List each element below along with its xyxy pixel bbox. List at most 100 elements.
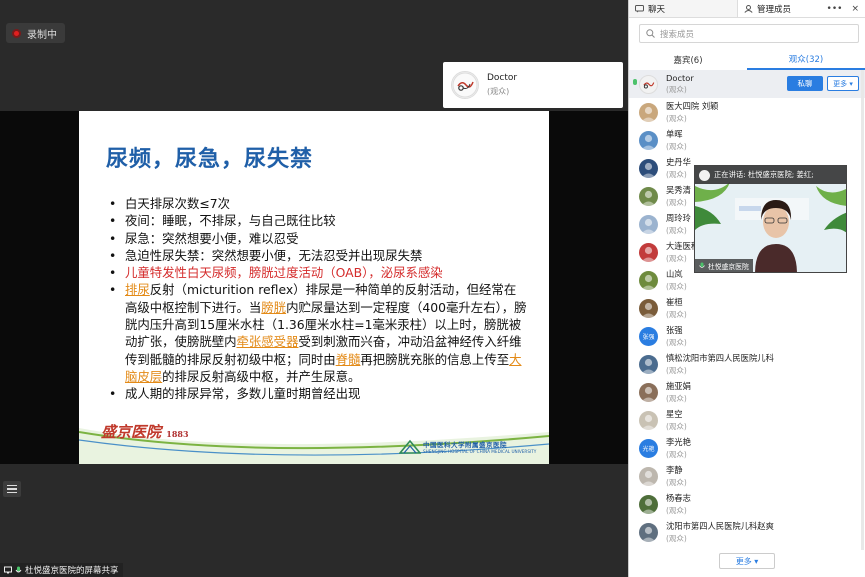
member-name: 史丹华 xyxy=(666,157,691,167)
video-name-label: 杜悦盛京医院 xyxy=(708,262,749,271)
member-avatar-icon xyxy=(639,382,658,402)
search-placeholder: 搜索成员 xyxy=(660,29,695,40)
member-role: (观众) xyxy=(666,142,687,151)
member-row[interactable]: 张强 张强 (观众) xyxy=(629,322,865,350)
mic-icon xyxy=(15,566,22,572)
member-row[interactable]: 施亚娟 (观众) xyxy=(629,378,865,406)
member-role: (观众) xyxy=(666,114,687,123)
hospital-logo: 中国医科大学附属盛京医院 SHENGJING HOSPITAL OF CHINA… xyxy=(397,439,547,459)
member-avatar-icon xyxy=(639,214,658,234)
member-name: Doctor xyxy=(666,73,694,83)
member-role: (观众) xyxy=(666,310,687,319)
member-role: (观众) xyxy=(666,394,687,403)
member-avatar-icon xyxy=(639,242,658,262)
more-options-icon[interactable]: ••• xyxy=(827,4,843,14)
member-row[interactable]: Doctor (观众) 私聊 更多 ▾ xyxy=(629,70,865,98)
member-name: 张强 xyxy=(666,325,683,335)
member-role: (观众) xyxy=(666,478,687,487)
screen-share-status: 杜悦盛京医院的屏幕共享 xyxy=(0,563,123,577)
slide-bullet: 尿急：突然想要小便，难以忍受 xyxy=(107,230,527,248)
slide-bullet: 成人期的排尿异常，多数儿童时期曾经出现 xyxy=(107,385,527,403)
close-icon[interactable]: × xyxy=(851,4,859,14)
member-role: (观众) xyxy=(666,85,687,94)
slide-bullet: 急迫性尿失禁：突然想要小便，无法忍受并出现尿失禁 xyxy=(107,247,527,265)
member-row[interactable]: 杨春志 (观众) xyxy=(629,490,865,518)
active-speaker-card[interactable]: Doctor (观众) xyxy=(443,62,623,108)
hospital-emblem-icon xyxy=(399,439,421,454)
member-row[interactable]: 李静 (观众) xyxy=(629,462,865,490)
mic-icon xyxy=(699,262,705,268)
tab-members[interactable]: 管理成员 ••• × xyxy=(737,0,865,17)
tab-chat[interactable]: 聊天 xyxy=(629,0,737,17)
member-row[interactable]: 崔桓 (观众) xyxy=(629,294,865,322)
member-list-scrollbar[interactable] xyxy=(861,70,864,550)
member-text: 吴秀清 (观众) xyxy=(666,184,691,208)
member-name: 慎松沈阳市第四人民医院儿科 xyxy=(666,353,774,363)
member-name: 山岚 xyxy=(666,269,683,279)
tab-guests[interactable]: 嘉宾(6) xyxy=(629,49,747,70)
member-row[interactable]: 医大四院 刘颖 (观众) xyxy=(629,98,865,126)
member-mic-icon xyxy=(633,79,637,85)
speaker-video-window[interactable]: 正在讲话: 杜悦盛京医院; 姜红; 杜悦盛京医院 xyxy=(694,165,847,273)
private-chat-button[interactable]: 私聊 xyxy=(787,76,823,91)
member-row[interactable]: 光艳 李光艳 (观众) xyxy=(629,434,865,462)
member-name: 杨春志 xyxy=(666,493,691,503)
centennial-logo: 盛京医院 1883 xyxy=(101,421,201,459)
member-role: (观众) xyxy=(666,366,687,375)
member-avatar-icon xyxy=(639,522,658,542)
member-avatar-icon xyxy=(639,298,658,318)
member-role: (观众) xyxy=(666,534,687,543)
video-name-tag: 杜悦盛京医院 xyxy=(695,259,753,272)
member-role: (观众) xyxy=(666,198,687,207)
member-text: 周玲玲 (观众) xyxy=(666,212,691,236)
doctor-avatar-icon xyxy=(451,71,479,99)
member-more-button[interactable]: 更多 ▾ xyxy=(827,76,859,91)
slide-title: 尿频，尿急，尿失禁 xyxy=(106,147,314,172)
load-more-button[interactable]: 更多 ▾ xyxy=(719,553,775,569)
member-name: 单晖 xyxy=(666,129,683,139)
member-name: 周玲玲 xyxy=(666,213,691,223)
member-text: 李静 (观众) xyxy=(666,464,687,488)
slide-bullets: 白天排尿次数≤7次 夜间：睡眠，不排尿，与自己既往比较 尿急：突然想要小便，难以… xyxy=(107,195,527,403)
member-text: 医大四院 刘颖 (观众) xyxy=(666,100,718,124)
member-name: 星空 xyxy=(666,409,683,419)
slide-bullet: 白天排尿次数≤7次 xyxy=(107,195,527,213)
member-avatar-icon xyxy=(639,270,658,290)
tab-audience[interactable]: 观众(32) xyxy=(747,49,865,70)
member-row[interactable]: 单晖 (观众) xyxy=(629,126,865,154)
member-name: 施亚娟 xyxy=(666,381,691,391)
member-avatar-icon: 光艳 xyxy=(639,438,658,458)
member-avatar-icon xyxy=(639,354,658,374)
list-menu-icon[interactable] xyxy=(3,481,21,497)
member-text: 施亚娟 (观众) xyxy=(666,380,691,404)
member-avatar-icon xyxy=(639,494,658,514)
side-panel: 聊天 管理成员 ••• × 搜索成员 嘉宾(6) 观众(32) Doctor (观… xyxy=(628,0,865,577)
member-text: 张强 (观众) xyxy=(666,324,687,348)
member-text: 史丹华 (观众) xyxy=(666,156,691,180)
member-text: 崔桓 (观众) xyxy=(666,296,687,320)
panel-tools: ••• × xyxy=(827,4,865,14)
tab-chat-label: 聊天 xyxy=(648,4,666,15)
speaker-card-role: (观众) xyxy=(487,87,510,96)
tab-members-label: 管理成员 xyxy=(757,4,792,15)
member-role: (观众) xyxy=(666,338,687,347)
slide-bullet-highlight: 儿童特发性白天尿频，膀胱过度活动（OAB），泌尿系感染 xyxy=(107,264,527,282)
share-status-label: 杜悦盛京医院的屏幕共享 xyxy=(25,566,119,576)
term-spinal-cord: 脊髓 xyxy=(335,351,361,367)
recording-indicator[interactable]: 录制中 xyxy=(6,23,65,43)
slide-bullet: 夜间：睡眠，不排尿，与自己既往比较 xyxy=(107,212,527,230)
speaking-indicator: 正在讲话: 杜悦盛京医院; 姜红; xyxy=(695,166,846,184)
screen-share-icon xyxy=(4,566,12,574)
member-avatar-icon xyxy=(639,158,658,178)
member-row[interactable]: 沈阳市第四人民医院儿科赵爽 (观众) xyxy=(629,518,865,546)
member-role: (观众) xyxy=(666,506,687,515)
member-name: 李光艳 xyxy=(666,437,691,447)
member-role: (观众) xyxy=(666,226,687,235)
member-avatar-icon xyxy=(639,186,658,206)
member-row[interactable]: 慎松沈阳市第四人民医院儿科 (观众) xyxy=(629,350,865,378)
member-role: (观众) xyxy=(666,282,687,291)
member-row[interactable]: 星空 (观众) xyxy=(629,406,865,434)
member-avatar-icon xyxy=(639,410,658,430)
member-search-input[interactable]: 搜索成员 xyxy=(639,24,859,43)
hospital-name-cn: 中国医科大学附属盛京医院 xyxy=(423,441,507,449)
